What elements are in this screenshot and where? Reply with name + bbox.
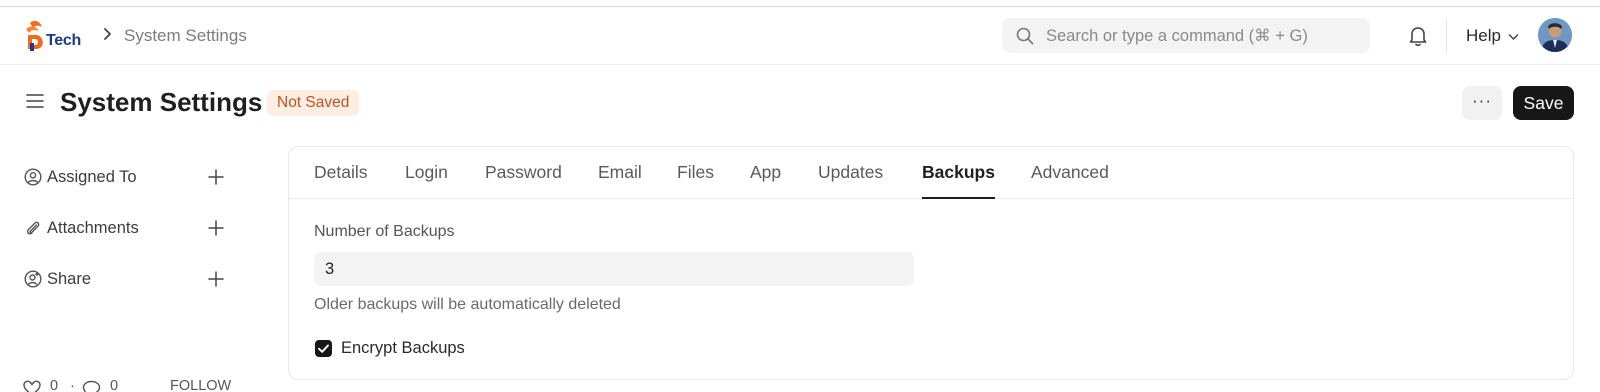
tab-backups[interactable]: Backups: [922, 162, 995, 199]
encrypt-backups-checkbox[interactable]: [315, 340, 332, 357]
notification-bell-icon[interactable]: [1408, 25, 1428, 47]
more-actions-button[interactable]: ···: [1462, 86, 1502, 120]
status-badge: Not Saved: [267, 90, 360, 116]
sidebar-item-assigned-to[interactable]: Assigned To: [22, 164, 232, 190]
search-icon: [1016, 27, 1034, 45]
tab-password[interactable]: Password: [485, 162, 562, 199]
number-of-backups-input[interactable]: 3: [314, 252, 914, 286]
search-bar[interactable]: Search or type a command (⌘ + G): [1002, 18, 1370, 53]
page-title: System Settings: [60, 87, 263, 117]
breadcrumb-current-page[interactable]: System Settings: [124, 26, 247, 46]
tab-updates[interactable]: Updates: [818, 162, 883, 199]
tab-files[interactable]: Files: [677, 162, 714, 199]
chevron-down-icon[interactable]: [1508, 33, 1519, 41]
stats-separator: ·: [70, 378, 75, 392]
number-of-backups-description: Older backups will be automatically dele…: [314, 296, 621, 313]
add-attachment-icon[interactable]: [208, 220, 224, 236]
add-share-icon[interactable]: [208, 271, 224, 287]
encrypt-backups-label[interactable]: Encrypt Backups: [341, 339, 465, 358]
tab-email[interactable]: Email: [598, 162, 642, 199]
tab-login[interactable]: Login: [405, 162, 448, 199]
help-menu[interactable]: Help: [1466, 26, 1501, 46]
sidebar-item-label: Attachments: [47, 219, 139, 237]
number-of-backups-label: Number of Backups: [314, 223, 455, 240]
sidebar-toggle-icon[interactable]: [26, 93, 44, 109]
app-logo[interactable]: Tech: [24, 19, 88, 53]
comment-icon[interactable]: [82, 380, 101, 392]
tab-details[interactable]: Details: [314, 162, 368, 199]
user-avatar[interactable]: [1538, 18, 1572, 52]
settings-card: Details Login Password Email Files App U…: [288, 146, 1574, 380]
engagement-stats: 0 · 0 FOLLOW: [22, 378, 262, 392]
tab-bar: Details Login Password Email Files App U…: [289, 147, 1573, 199]
share-user-icon: [24, 270, 42, 288]
follow-link[interactable]: FOLLOW: [170, 378, 231, 392]
save-button[interactable]: Save: [1513, 86, 1574, 120]
logo-text: Tech: [46, 32, 81, 49]
sidebar-item-share[interactable]: Share: [22, 266, 232, 292]
tab-advanced[interactable]: Advanced: [1031, 162, 1109, 199]
heart-icon[interactable]: [23, 380, 41, 392]
like-count: 0: [50, 378, 59, 392]
checkmark-icon: [318, 344, 329, 353]
comment-count: 0: [110, 378, 119, 392]
sidebar-item-label: Share: [47, 270, 92, 288]
sidebar-item-label: Assigned To: [47, 168, 137, 186]
chevron-right-icon: [104, 28, 111, 40]
user-circle-icon: [24, 168, 42, 186]
sidebar-item-attachments[interactable]: Attachments: [22, 215, 232, 241]
navbar-divider: [1446, 20, 1447, 52]
search-placeholder: Search or type a command (⌘ + G): [1046, 27, 1308, 45]
navbar: Tech System Settings Search or type a co…: [0, 7, 1600, 65]
add-assignee-icon[interactable]: [208, 169, 224, 185]
paperclip-icon: [26, 221, 40, 235]
tab-app[interactable]: App: [750, 162, 781, 199]
user-avatar-image: [1538, 18, 1572, 52]
